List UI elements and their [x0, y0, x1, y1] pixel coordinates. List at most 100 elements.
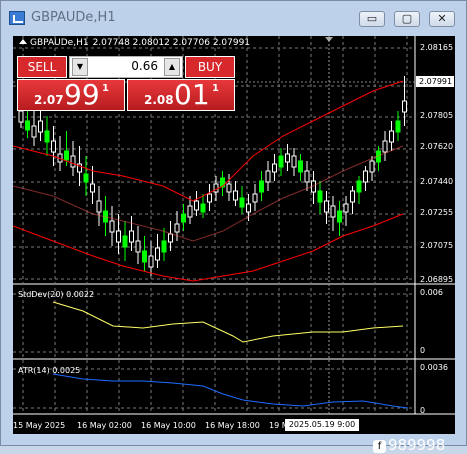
time-label: 15 May 2025: [13, 421, 66, 430]
price-label: 2.08165: [420, 43, 454, 52]
candle-body: [395, 120, 401, 133]
stddev-min-label: 0: [420, 346, 426, 355]
window-title: GBPAUDe,H1: [31, 10, 116, 25]
candle-body: [356, 180, 362, 193]
candle-body: [213, 183, 219, 193]
candle-body: [83, 173, 89, 183]
time-label: 16 May 02:00: [77, 421, 132, 430]
candle-body: [181, 213, 186, 223]
candle-body: [129, 230, 134, 243]
candle-body: [389, 130, 394, 143]
close-button[interactable]: ✕: [429, 11, 455, 27]
ohlc-header: GBPAUDe,H1 2.07748 2.08012 2.07706 2.0799…: [19, 38, 250, 48]
candle-body: [233, 190, 238, 201]
atr-label: ATR(14) 0.0025: [18, 366, 81, 375]
price-label: 2.07075: [420, 241, 454, 250]
candle-body: [402, 100, 407, 113]
candle-body: [194, 200, 199, 211]
candle-body: [142, 250, 147, 263]
stddev-line: [52, 301, 404, 343]
candle-body: [207, 193, 212, 203]
candle-body: [25, 120, 30, 131]
candle-body: [298, 160, 303, 173]
candle-body: [96, 200, 102, 213]
restore-button[interactable]: ▢: [394, 11, 420, 27]
sell-button[interactable]: SELL: [17, 56, 67, 78]
candle-body: [109, 220, 115, 233]
candle-body: [304, 170, 310, 183]
candle-body: [330, 205, 336, 218]
price-chart[interactable]: GBPAUDe,H1 2.07748 2.08012 2.07706 2.0799…: [13, 36, 455, 454]
lot-decrease-icon[interactable]: ▼: [72, 58, 88, 76]
ohlc-values: 2.07748 2.08012 2.07706 2.07991: [92, 38, 251, 48]
candle-body: [116, 230, 121, 243]
atr-min-label: 0: [420, 406, 426, 415]
candle-body: [44, 130, 50, 143]
candle-body: [174, 223, 180, 233]
candle-body: [285, 153, 290, 163]
buy-price-box[interactable]: 2.08 01 1: [127, 78, 235, 111]
watermark-badge-icon: f: [373, 440, 386, 453]
candle-body: [70, 155, 76, 168]
candle-body: [38, 120, 43, 133]
candle-body: [239, 197, 245, 208]
candle-body: [350, 190, 355, 203]
candle-body: [363, 170, 368, 183]
candle-body: [90, 183, 95, 193]
sell-price-box[interactable]: 2.07 99 1: [17, 78, 125, 111]
stddev-max-label: 0.006: [420, 288, 443, 297]
candle-body: [161, 240, 167, 253]
chart-symbol: GBPAUDe,H1: [30, 38, 89, 48]
watermark-text: 989998: [388, 436, 446, 454]
candle-body: [278, 155, 284, 168]
candle-body: [252, 193, 258, 203]
candle-body: [246, 203, 251, 213]
candle-body: [135, 240, 141, 253]
candle-body: [200, 203, 206, 213]
candle-body: [324, 200, 329, 213]
buy-price-small: 2.08: [144, 93, 174, 107]
candle-body: [31, 125, 37, 138]
candle-body: [148, 255, 154, 268]
candle-body: [64, 150, 69, 161]
buy-price-tiny: 1: [212, 83, 219, 94]
one-click-trading-panel: SELL ▼ 0.66 ▲ BUY 2.07 99 1 2.08 01 1: [17, 56, 235, 112]
time-cursor-label: 2025.05.19 9:00: [285, 419, 359, 431]
current-price-label: 2.07991: [416, 76, 454, 87]
chart-app-icon: [9, 11, 25, 25]
shift-marker-icon: [325, 37, 333, 42]
collapse-triangle-icon[interactable]: [19, 39, 27, 44]
watermark: f 989998: [373, 436, 445, 454]
price-label: 2.07440: [420, 177, 454, 186]
buy-button[interactable]: BUY: [185, 56, 235, 78]
candle-body: [122, 235, 128, 248]
lot-size-value[interactable]: 0.66: [90, 59, 162, 73]
candle-body: [187, 205, 193, 218]
candle-body: [265, 170, 271, 183]
price-label: 2.07255: [420, 208, 454, 217]
price-label: 2.06895: [420, 275, 454, 284]
candle-body: [291, 155, 297, 168]
title-bar[interactable]: GBPAUDe,H1 ▭ ▢ ✕: [1, 1, 466, 35]
buy-price-big: 01: [174, 78, 210, 111]
candle-body: [337, 210, 342, 223]
sell-price-tiny: 1: [102, 83, 109, 94]
candle-body: [168, 233, 173, 243]
sell-price-big: 99: [64, 78, 100, 111]
minimize-button[interactable]: ▭: [359, 11, 385, 27]
lot-size-field[interactable]: ▼ 0.66 ▲: [69, 56, 183, 78]
time-label: 16 May 18:00: [205, 421, 260, 430]
candle-body: [226, 183, 232, 193]
stddev-label: StdDev(20) 0.0022: [18, 290, 95, 299]
chart-window: GBPAUDe,H1 ▭ ▢ ✕ GBPAUDe,H1 2.07748 2.080…: [0, 0, 467, 454]
price-scale[interactable]: 2.08165 2.07991 2.07805 2.07620 2.07440 …: [415, 36, 455, 415]
candle-body: [369, 160, 375, 173]
atr-max-label: 0.0036: [420, 363, 448, 372]
sell-price-small: 2.07: [34, 93, 64, 107]
lot-increase-icon[interactable]: ▲: [164, 58, 180, 76]
candle-body: [317, 190, 323, 203]
atr-line: [52, 373, 409, 409]
time-label: 16 May 10:00: [141, 421, 196, 430]
candle-body: [272, 163, 277, 173]
candle-body: [343, 203, 349, 213]
